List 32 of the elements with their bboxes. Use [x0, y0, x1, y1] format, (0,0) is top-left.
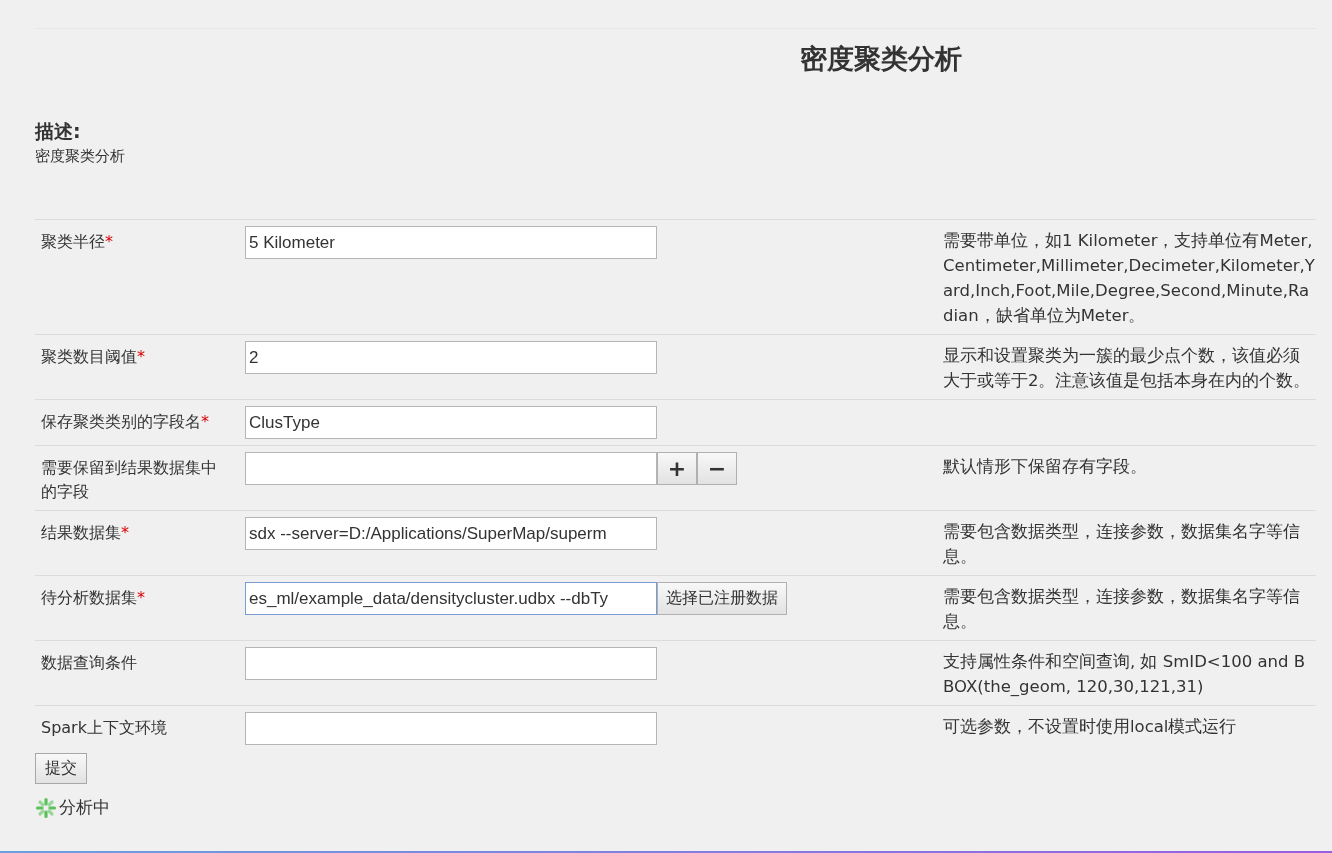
- field-label: 需要保留到结果数据集中的字段: [40, 457, 218, 503]
- loading-spinner-icon: [35, 796, 57, 819]
- field-hint: 可选参数，不设置时使用local模式运行: [943, 716, 1238, 738]
- input-field[interactable]: [245, 712, 657, 745]
- field-label: 聚类数目阈值*: [40, 346, 146, 368]
- field-label: 待分析数据集*: [40, 587, 146, 609]
- add-button[interactable]: +: [657, 452, 697, 485]
- field-label: 数据查询条件: [40, 652, 138, 674]
- input-field[interactable]: [245, 647, 657, 680]
- input-field[interactable]: sdx --server=D:/Applications/SuperMap/superm: [245, 517, 657, 550]
- field-label: 结果数据集*: [40, 522, 130, 544]
- input-field[interactable]: 2: [245, 341, 657, 374]
- field-hint: 支持属性条件和空间查询, 如 SmID<100 and BBOX(the_geom, 120,30,121,31): [943, 651, 1307, 698]
- field-hint: 需要包含数据类型，连接参数，数据集名字等信息。: [943, 521, 1301, 568]
- field-label: Spark上下文环境: [40, 717, 168, 739]
- input-field[interactable]: es_ml/example_data/densitycluster.udbx --dbTy: [245, 582, 657, 615]
- description-text: 密度聚类分析: [35, 147, 126, 166]
- remove-button[interactable]: −: [697, 452, 737, 485]
- input-field[interactable]: 5 Kilometer: [245, 226, 657, 259]
- field-label: 聚类半径*: [40, 231, 114, 253]
- field-hint: 显示和设置聚类为一簇的最少点个数，该值必须大于或等于2。注意该值是包括本身在内的个数。: [943, 345, 1312, 392]
- description-heading: 描述:: [35, 119, 82, 144]
- select-data-button[interactable]: 选择已注册数据: [657, 582, 787, 615]
- page-title: 密度聚类分析: [800, 42, 962, 76]
- field-label: 保存聚类类别的字段名*: [40, 411, 210, 433]
- field-hint: 默认情形下保留存有字段。: [943, 456, 1148, 478]
- field-hint: 需要包含数据类型，连接参数，数据集名字等信息。: [943, 586, 1301, 633]
- input-field[interactable]: ClusType: [245, 406, 657, 439]
- input-field[interactable]: [245, 452, 657, 485]
- submit-button[interactable]: 提交: [35, 753, 87, 784]
- field-hint: 需要带单位，如1 Kilometer，支持单位有Meter,Centimeter,Millimeter,Decimeter,Kilometer,Yard,Inch,Foot,Mile,Degree,Second,Minute,Radian，缺省单位为Meter。: [943, 230, 1316, 327]
- status-text: 分析中: [59, 796, 110, 819]
